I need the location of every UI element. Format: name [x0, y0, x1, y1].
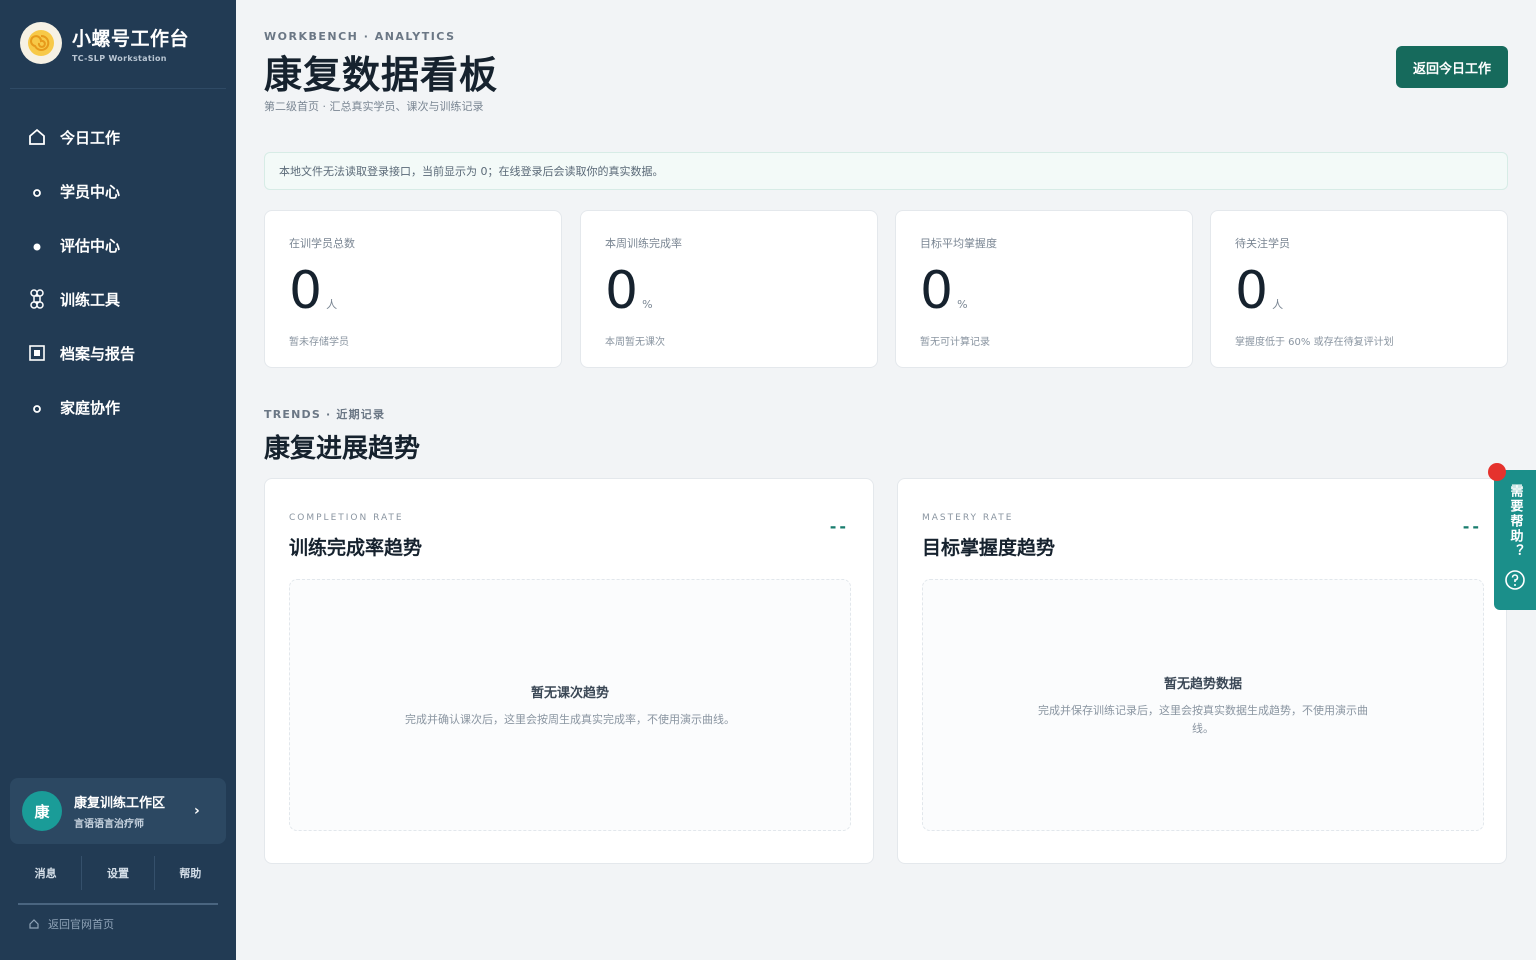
- sidebar-item-label: 家庭协作: [60, 398, 121, 417]
- stat-note: 暂未存储学员: [289, 337, 349, 348]
- empty-state-description: 完成并保存训练记录后，这里会按真实数据生成趋势，不使用演示曲线。: [1038, 703, 1368, 735]
- settings-button[interactable]: 设置: [82, 856, 155, 890]
- brand[interactable]: 小螺号工作台 TC-SLP Workstation: [20, 22, 189, 64]
- avatar: 康: [22, 791, 62, 831]
- sidebar-item-family[interactable]: 家庭协作: [0, 380, 236, 434]
- stat-card-mastery: 目标平均掌握度 0 % 暂无可计算记录: [895, 210, 1193, 368]
- sidebar-item-label: 训练工具: [60, 290, 121, 309]
- page-title: 康复数据看板: [264, 53, 499, 97]
- help-floating-tab[interactable]: 需要帮助？: [1494, 470, 1536, 610]
- sidebar-nav: 今日工作 学员中心 评估中心 训练工具 档案与报告 家庭协作: [0, 110, 236, 434]
- sidebar-item-reports[interactable]: 档案与报告: [0, 326, 236, 380]
- messages-button[interactable]: 消息: [10, 856, 83, 890]
- stat-note: 掌握度低于 60% 或存在待复评计划: [1235, 337, 1394, 348]
- stat-label: 本周训练完成率: [605, 237, 682, 250]
- trend-title: 训练完成率趋势: [289, 537, 423, 559]
- sidebar-item-tools[interactable]: 训练工具: [0, 272, 236, 326]
- sidebar-divider: [10, 88, 226, 89]
- home-icon: [29, 919, 39, 929]
- snail-logo-icon: [20, 22, 62, 64]
- empty-state: 暂无趋势数据 完成并保存训练记录后，这里会按真实数据生成趋势，不使用演示曲线。: [922, 579, 1484, 831]
- trend-card-completion: COMPLETION RATE 训练完成率趋势 -- 暂无课次趋势 完成并确认课…: [264, 478, 874, 864]
- stat-unit: %: [642, 298, 653, 311]
- trend-eyebrow: MASTERY RATE: [922, 513, 1014, 523]
- dot-icon: [26, 180, 48, 202]
- empty-state: 暂无课次趋势 完成并确认课次后，这里会按周生成真实完成率，不使用演示曲线。: [289, 579, 851, 831]
- stat-unit: %: [957, 298, 968, 311]
- notice-text: 本地文件无法读取登录接口，当前显示为 0；在线登录后会读取你的真实数据。: [279, 165, 664, 178]
- workspace-switcher[interactable]: 康 康复训练工作区 言语语言治疗师 ›: [10, 778, 226, 844]
- trend-title: 目标掌握度趋势: [922, 537, 1056, 559]
- stat-label: 待关注学员: [1235, 237, 1290, 250]
- help-button[interactable]: 帮助: [155, 856, 226, 890]
- workspace-subtitle: 言语语言治疗师: [74, 819, 144, 830]
- report-icon: [26, 342, 48, 364]
- stat-value: 0: [605, 261, 639, 321]
- trend-value-placeholder: --: [829, 517, 849, 536]
- sidebar-item-assessment[interactable]: 评估中心: [0, 218, 236, 272]
- back-to-site-link[interactable]: 返回官网首页: [28, 916, 114, 932]
- stat-label: 目标平均掌握度: [920, 237, 997, 250]
- sidebar-item-label: 档案与报告: [60, 344, 136, 363]
- sidebar-item-students[interactable]: 学员中心: [0, 164, 236, 218]
- workspace-title: 康复训练工作区: [74, 796, 166, 811]
- page-subtitle: 第二级首页 · 汇总真实学员、课次与训练记录: [264, 100, 484, 113]
- stat-card-attention: 待关注学员 0 人 掌握度低于 60% 或存在待复评计划: [1210, 210, 1508, 368]
- stat-value: 0: [1235, 261, 1269, 321]
- stat-note: 本周暂无课次: [605, 337, 665, 348]
- brand-subtitle: TC-SLP Workstation: [72, 53, 167, 63]
- page-eyebrow: WORKBENCH · ANALYTICS: [264, 30, 456, 43]
- notice-banner: 本地文件无法读取登录接口，当前显示为 0；在线登录后会读取你的真实数据。: [264, 152, 1508, 190]
- sidebar: 小螺号工作台 TC-SLP Workstation 今日工作 学员中心 评估中心: [0, 0, 236, 960]
- back-to-today-button[interactable]: 返回今日工作: [1396, 46, 1508, 88]
- stat-label: 在训学员总数: [289, 237, 355, 250]
- back-to-site-label: 返回官网首页: [48, 918, 114, 931]
- sidebar-item-label: 学员中心: [60, 182, 121, 201]
- stat-value: 0: [289, 261, 323, 321]
- command-icon: [26, 288, 48, 310]
- sidebar-item-today[interactable]: 今日工作: [0, 110, 236, 164]
- trend-value-placeholder: --: [1462, 517, 1482, 536]
- empty-state-description: 完成并确认课次后，这里会按周生成真实完成率，不使用演示曲线。: [405, 712, 735, 726]
- trend-card-mastery: MASTERY RATE 目标掌握度趋势 -- 暂无趋势数据 完成并保存训练记录…: [897, 478, 1507, 864]
- stat-card-students: 在训学员总数 0 人 暂未存储学员: [264, 210, 562, 368]
- stat-unit: 人: [1272, 298, 1284, 311]
- home-icon: [26, 126, 48, 148]
- question-icon: [1505, 570, 1525, 590]
- empty-state-title: 暂无趋势数据: [1163, 676, 1242, 692]
- stat-card-completion: 本周训练完成率 0 % 本周暂无课次: [580, 210, 878, 368]
- stat-note: 暂无可计算记录: [920, 337, 990, 348]
- sidebar-actions: 消息 设置 帮助: [10, 856, 226, 890]
- help-label: 需要帮助？: [1507, 484, 1523, 559]
- section-eyebrow: TRENDS · 近期记录: [264, 408, 386, 421]
- dot-icon: [26, 234, 48, 256]
- sidebar-item-label: 评估中心: [60, 236, 121, 255]
- sidebar-item-label: 今日工作: [60, 128, 121, 147]
- stat-unit: 人: [326, 298, 338, 311]
- dot-icon: [26, 396, 48, 418]
- stat-value: 0: [920, 261, 954, 321]
- trend-eyebrow: COMPLETION RATE: [289, 513, 404, 523]
- section-title: 康复进展趋势: [264, 434, 421, 464]
- empty-state-title: 暂无课次趋势: [530, 685, 609, 701]
- chevron-right-icon: ›: [194, 803, 200, 819]
- sidebar-divider: [18, 903, 218, 905]
- brand-title: 小螺号工作台: [72, 27, 190, 50]
- notification-dot: [1488, 463, 1506, 481]
